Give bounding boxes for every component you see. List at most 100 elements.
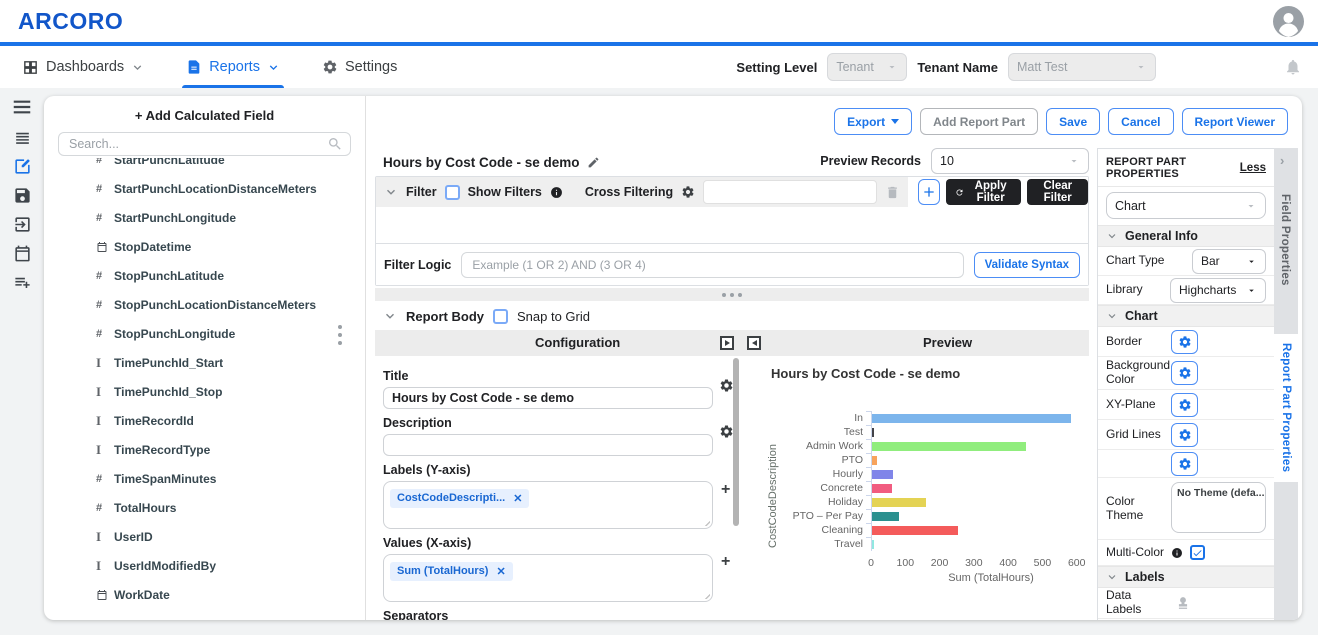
grid-lines-settings-button[interactable] bbox=[1171, 423, 1198, 447]
labels-section-label: Labels bbox=[1125, 570, 1165, 584]
less-link[interactable]: Less bbox=[1240, 162, 1266, 174]
snap-to-grid-checkbox[interactable] bbox=[493, 309, 508, 324]
field-search-input[interactable] bbox=[58, 132, 351, 156]
multi-color-checkbox[interactable] bbox=[1190, 545, 1205, 560]
chart-category-label: Hourly bbox=[783, 468, 863, 480]
info-icon[interactable] bbox=[550, 186, 563, 199]
export-button[interactable]: Export bbox=[834, 108, 912, 135]
values-x-chip[interactable]: Sum (TotalHours)✕ bbox=[390, 562, 513, 581]
remove-chip-icon[interactable]: ✕ bbox=[496, 565, 505, 578]
collapse-panel-right-icon[interactable] bbox=[720, 336, 734, 350]
nav-reports[interactable]: Reports bbox=[174, 46, 292, 88]
preview-records-select[interactable]: 10 bbox=[931, 148, 1089, 174]
border-settings-button[interactable] bbox=[1171, 330, 1198, 354]
report-list-icon[interactable] bbox=[13, 128, 32, 147]
caret-down-icon bbox=[1068, 155, 1080, 167]
background-color-settings-button[interactable] bbox=[1171, 361, 1198, 385]
extra-settings-button[interactable] bbox=[1171, 452, 1198, 476]
field-item[interactable]: ITimeRecordId bbox=[44, 406, 365, 435]
info-icon[interactable] bbox=[1171, 547, 1183, 559]
xy-plane-label: XY-Plane bbox=[1106, 398, 1170, 412]
title-settings-gear-icon[interactable] bbox=[719, 378, 734, 393]
save-report-icon[interactable] bbox=[13, 186, 32, 205]
apply-filter-button[interactable]: Apply Filter bbox=[946, 179, 1022, 205]
field-item[interactable]: #StartPunchLocationDistanceMeters bbox=[44, 174, 365, 203]
labels-section-header[interactable]: Labels bbox=[1098, 566, 1274, 588]
field-item[interactable]: StopDatetime bbox=[44, 232, 365, 261]
splitter-drag-handle[interactable] bbox=[338, 325, 342, 349]
field-item[interactable]: #StopPunchLongitude bbox=[44, 319, 365, 348]
xy-plane-settings-button[interactable] bbox=[1171, 393, 1198, 417]
field-item[interactable]: #StartPunchLatitude bbox=[44, 158, 365, 174]
chart-title-input[interactable] bbox=[383, 387, 713, 409]
data-labels-format-icon[interactable] bbox=[1176, 596, 1190, 610]
field-item[interactable]: #StartPunchLongitude bbox=[44, 203, 365, 232]
collapse-properties-chevron-icon[interactable]: › bbox=[1280, 153, 1284, 168]
chart-x-tick-label: 0 bbox=[868, 557, 874, 569]
chart-section-header[interactable]: Chart bbox=[1098, 305, 1274, 327]
field-item[interactable]: #TimeSpanMinutes bbox=[44, 464, 365, 493]
part-type-select[interactable]: Chart bbox=[1106, 192, 1266, 219]
tab-report-part-properties[interactable]: Report Part Properties bbox=[1274, 334, 1298, 482]
field-item[interactable]: #StopPunchLocationDistanceMeters bbox=[44, 290, 365, 319]
grid-lines-row: Grid Lines bbox=[1098, 420, 1274, 450]
section-resize-handle[interactable] bbox=[375, 288, 1089, 301]
edit-report-icon[interactable] bbox=[13, 157, 32, 176]
chart-bar-track bbox=[871, 425, 1089, 439]
cross-filtering-gear-icon[interactable] bbox=[681, 185, 695, 199]
menu-icon[interactable] bbox=[11, 96, 33, 118]
field-item[interactable]: IUserID bbox=[44, 522, 365, 551]
export-report-icon[interactable] bbox=[13, 215, 32, 234]
labels-y-chip[interactable]: CostCodeDescripti...✕ bbox=[390, 489, 529, 508]
collapse-panel-left-icon[interactable] bbox=[747, 336, 761, 350]
filter-collapse-chevron-icon[interactable] bbox=[384, 185, 398, 199]
cancel-button[interactable]: Cancel bbox=[1108, 108, 1173, 135]
chart-type-select[interactable]: Bar bbox=[1192, 249, 1266, 274]
field-item[interactable]: #TotalHours bbox=[44, 493, 365, 522]
setting-level-select[interactable]: Tenant bbox=[827, 53, 907, 81]
trash-icon[interactable] bbox=[885, 185, 900, 200]
configuration-scrollbar[interactable] bbox=[733, 358, 739, 620]
add-field-list-icon[interactable] bbox=[13, 273, 32, 292]
add-report-part-button[interactable]: Add Report Part bbox=[920, 108, 1038, 135]
report-viewer-button[interactable]: Report Viewer bbox=[1182, 108, 1288, 135]
field-item[interactable]: ITimePunchId_Start bbox=[44, 348, 365, 377]
tenant-name-select[interactable]: Matt Test bbox=[1008, 53, 1156, 81]
field-item[interactable]: ITimePunchId_Stop bbox=[44, 377, 365, 406]
show-filters-checkbox[interactable] bbox=[445, 185, 460, 200]
arcoro-logo: ARCORO bbox=[18, 8, 123, 35]
notifications-bell-icon[interactable] bbox=[1284, 58, 1302, 76]
labels-y-axis-box[interactable]: CostCodeDescripti...✕ bbox=[383, 481, 713, 529]
add-x-value-plus-icon[interactable]: + bbox=[721, 554, 730, 570]
add-filter-button[interactable] bbox=[918, 179, 940, 205]
filter-logic-input[interactable] bbox=[461, 252, 963, 278]
scrollbar-thumb[interactable] bbox=[733, 358, 739, 526]
add-y-label-plus-icon[interactable]: + bbox=[721, 482, 730, 498]
schedule-icon[interactable] bbox=[13, 244, 32, 263]
chart-bar bbox=[872, 428, 874, 437]
filter-header: Filter Show Filters Cross Filtering Appl… bbox=[376, 177, 1088, 207]
field-item[interactable]: WorkDate bbox=[44, 580, 365, 609]
nav-settings[interactable]: Settings bbox=[310, 46, 409, 88]
save-button[interactable]: Save bbox=[1046, 108, 1100, 135]
edit-title-pencil-icon[interactable] bbox=[587, 156, 600, 169]
description-settings-gear-icon[interactable] bbox=[719, 424, 734, 439]
color-theme-select[interactable]: No Theme (defa... bbox=[1171, 482, 1266, 533]
nav-dashboards[interactable]: Dashboards bbox=[10, 46, 156, 88]
clear-filter-button[interactable]: Clear Filter bbox=[1027, 179, 1088, 205]
cross-filtering-input[interactable] bbox=[703, 180, 877, 204]
description-input[interactable] bbox=[383, 434, 713, 456]
values-x-axis-box[interactable]: Sum (TotalHours)✕ bbox=[383, 554, 713, 602]
validate-syntax-button[interactable]: Validate Syntax bbox=[974, 252, 1080, 278]
tab-field-properties[interactable]: Field Properties bbox=[1279, 194, 1291, 286]
remove-chip-icon[interactable]: ✕ bbox=[513, 492, 522, 505]
field-item[interactable]: ITimeRecordType bbox=[44, 435, 365, 464]
add-calculated-field-button[interactable]: + Add Calculated Field bbox=[44, 108, 365, 123]
library-select[interactable]: Highcharts bbox=[1170, 278, 1266, 303]
report-body-chevron-icon[interactable] bbox=[383, 309, 397, 323]
field-item[interactable]: #StopPunchLatitude bbox=[44, 261, 365, 290]
field-item[interactable]: IUserIdModifiedBy bbox=[44, 551, 365, 580]
user-avatar[interactable] bbox=[1273, 6, 1304, 37]
general-info-section-header[interactable]: General Info bbox=[1098, 225, 1274, 247]
caret-down-icon bbox=[1246, 285, 1257, 296]
